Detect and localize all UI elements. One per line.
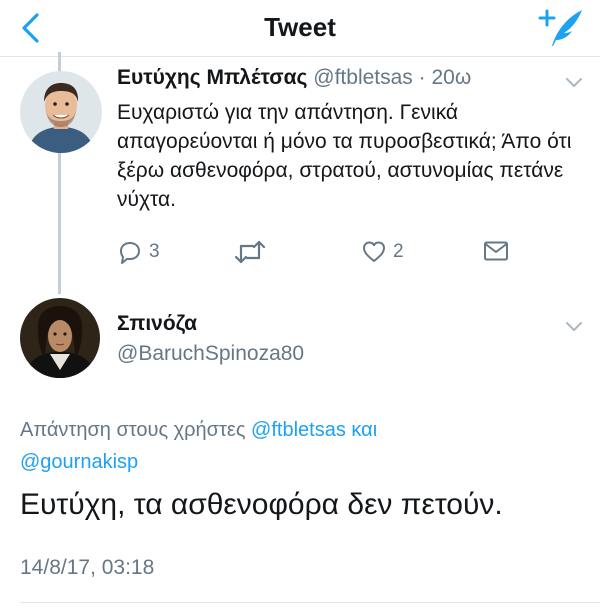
tweet-age: 20ω: [431, 66, 472, 89]
tweet-menu-button[interactable]: [562, 70, 586, 94]
like-button[interactable]: 2: [361, 239, 404, 265]
direct-message-button[interactable]: [483, 240, 509, 262]
replying-to: Απάντηση στους χρήστες @ftbletsas και @g…: [20, 414, 580, 478]
author-name[interactable]: Ευτύχης Μπλέτσας: [117, 66, 307, 89]
author-handle[interactable]: @ftbletsas: [313, 66, 413, 89]
reply-button[interactable]: 3: [117, 239, 160, 265]
tweet-text: Ευχαριστώ για την απάντηση. Γενικά απαγο…: [117, 101, 572, 211]
retweet-button[interactable]: [233, 238, 267, 266]
envelope-icon: [484, 241, 508, 261]
avatar-image: [20, 298, 100, 378]
reply-icon: [120, 242, 140, 264]
avatar[interactable]: [20, 71, 102, 153]
author-name[interactable]: Σπινόζα: [117, 312, 197, 336]
tweet-menu-button[interactable]: [562, 314, 586, 338]
reply-conjunction: και: [351, 419, 378, 441]
compose-tweet-button[interactable]: [538, 6, 586, 50]
meta-separator: ·: [418, 66, 426, 89]
avatar-image: [20, 71, 102, 153]
divider: [20, 602, 600, 603]
like-count: 2: [393, 241, 404, 262]
author-handle[interactable]: @BaruchSpinoza80: [117, 342, 304, 366]
chevron-down-icon: [566, 78, 582, 87]
tweet-text: Ευτύχη, τα ασθενοφόρα δεν πετούν.: [20, 488, 503, 521]
chevron-down-icon: [566, 322, 582, 331]
compose-tweet-icon: [538, 9, 582, 46]
reply-count: 3: [149, 241, 160, 262]
avatar[interactable]: [20, 298, 100, 378]
retweet-icon: [234, 240, 266, 264]
tweet-header: Ευτύχης Μπλέτσας @ftbletsas · 20ω: [117, 66, 471, 90]
tweet-timestamp[interactable]: 14/8/17, 03:18: [20, 556, 154, 580]
mention-link[interactable]: @gournakisp: [20, 451, 138, 473]
page-title: Tweet: [264, 12, 336, 42]
mention-link[interactable]: @ftbletsas: [251, 419, 346, 441]
heart-icon: [363, 241, 385, 262]
reply-prefix: Απάντηση στους χρήστες: [20, 419, 246, 441]
